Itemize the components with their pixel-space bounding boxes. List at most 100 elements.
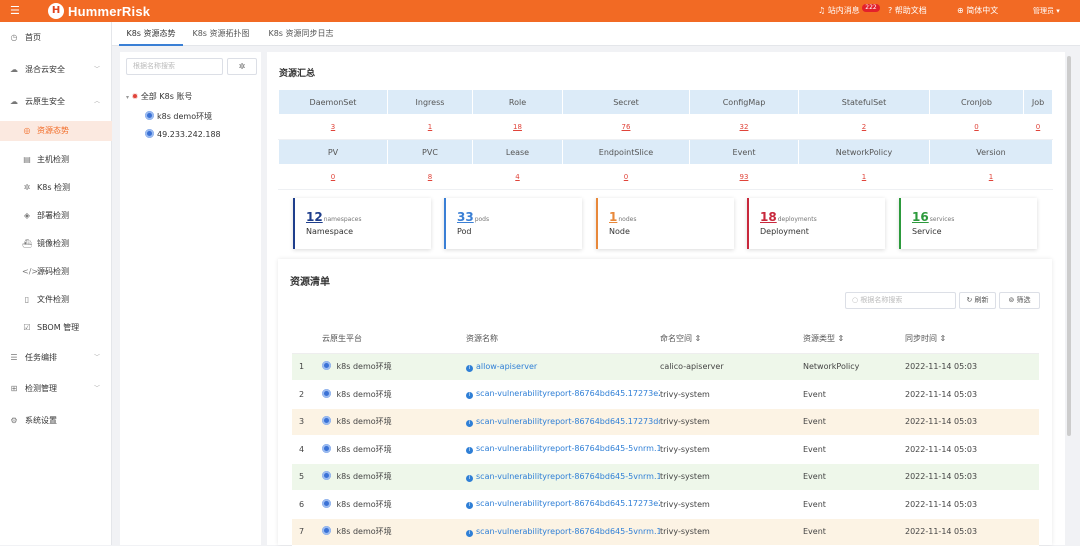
sidebar-item-host-scan[interactable]: ▤ 主机检测	[0, 150, 112, 170]
stat-unit: pods	[474, 216, 490, 223]
summary-value-link[interactable]: 0	[929, 114, 1024, 140]
sidebar-item-scan-management[interactable]: ⊞ 检测管理 ﹀	[0, 379, 112, 399]
user-dropdown[interactable]: 管理员 ▾	[1033, 6, 1060, 16]
sidebar-item-home[interactable]: ◷ 首页	[0, 28, 112, 48]
sidebar-item-cloud-native[interactable]: ☁ 云原生安全 ︿	[0, 92, 112, 112]
tree-search-button[interactable]: ✲	[227, 58, 257, 75]
sidebar-item-deploy-scan[interactable]: ◈ 部署检测	[0, 206, 112, 226]
tree-node[interactable]: 49.233.242.188	[145, 129, 221, 140]
table-row[interactable]: 6 k8s demo环境 i scan-vulnerabilityreport-8…	[292, 490, 1039, 519]
tab-resource-topology[interactable]: K8s 资源拓扑图	[189, 22, 253, 46]
summary-value-link[interactable]: 1	[387, 114, 473, 140]
row-platform: k8s demo环境	[322, 463, 466, 491]
summary-value-link[interactable]: 1	[798, 164, 930, 190]
sidebar-item-code-scan[interactable]: </> 源码检测	[0, 262, 112, 282]
resource-name-link[interactable]: i scan-vulnerabilityreport-86764bd645.172…	[466, 499, 660, 510]
row-sync-time: 2022-11-14 05:03	[905, 380, 1039, 409]
sidebar-item-label: 源码检测	[37, 267, 69, 276]
tab-resource-sync-log[interactable]: K8s 资源同步日志	[266, 22, 336, 46]
table-row[interactable]: 1 k8s demo环境 i allow-apiserver calico-api…	[292, 353, 1039, 381]
stat-card-pod[interactable]: 33pods Pod	[444, 198, 582, 249]
stat-card-deployment[interactable]: 18deployments Deployment	[747, 198, 885, 249]
row-platform: k8s demo环境	[322, 518, 466, 546]
sidebar-item-settings[interactable]: ⚙ 系统设置	[0, 411, 112, 431]
stat-count[interactable]: 33	[457, 210, 474, 224]
resource-search-input[interactable]: ○ 根据名称搜索	[845, 292, 956, 309]
table-row[interactable]: 3 k8s demo环境 i scan-vulnerabilityreport-8…	[292, 408, 1039, 436]
k8s-icon	[322, 526, 331, 536]
summary-value-link[interactable]: 8	[387, 164, 473, 190]
stat-count[interactable]: 12	[306, 210, 323, 224]
sidebar-item-hybrid-cloud[interactable]: ☁ 混合云安全 ﹀	[0, 60, 112, 80]
row-index: 1	[292, 353, 322, 381]
sidebar-item-sbom[interactable]: ☑ SBOM 管理	[0, 318, 112, 338]
sidebar-item-task-orchestration[interactable]: ☰ 任务编排 ﹀	[0, 348, 112, 368]
column-header-sync-time[interactable]: 同步时间 ⇕	[905, 325, 1039, 354]
stat-card-service[interactable]: 16services Service	[899, 198, 1037, 249]
sidebar-item-image-scan[interactable]: ⛴ 镜像检测	[0, 234, 112, 254]
filter-label: 筛选	[1016, 296, 1031, 304]
chevron-up-icon: ︿	[93, 98, 100, 105]
tree-node[interactable]: k8s demo环境	[145, 111, 212, 122]
stat-count[interactable]: 16	[912, 210, 929, 224]
sidebar-item-label: 首页	[25, 33, 41, 42]
sidebar-item-label: 主机检测	[37, 155, 69, 164]
column-header-namespace[interactable]: 命名空间 ⇕	[660, 325, 803, 354]
summary-value-link[interactable]: 1	[929, 164, 1053, 190]
tree-search-input[interactable]: 根据名称搜索	[126, 58, 223, 75]
stat-unit: services	[929, 216, 955, 223]
resource-name-link[interactable]: i scan-vulnerabilityreport-86764bd645.172…	[466, 389, 660, 400]
row-index: 7	[292, 518, 322, 546]
language-dropdown[interactable]: ⊕ 简体中文	[957, 6, 998, 16]
resource-name: scan-vulnerabilityreport-86764bd645.1727…	[476, 416, 660, 426]
layers-icon: ◈	[23, 211, 31, 220]
summary-value-link[interactable]: 4	[472, 164, 563, 190]
row-name-cell: i scan-vulnerabilityreport-86764bd645-5vn…	[466, 435, 660, 464]
summary-value-link[interactable]: 18	[472, 114, 563, 140]
row-namespace: trivy-system	[660, 490, 803, 519]
stat-card-node[interactable]: 1nodes Node	[596, 198, 734, 249]
column-header-type[interactable]: 资源类型 ⇕	[803, 325, 905, 354]
sidebar-item-file-scan[interactable]: ▯ 文件检测	[0, 290, 112, 310]
summary-header: CronJob	[929, 89, 1024, 115]
stat-count[interactable]: 18	[760, 210, 777, 224]
summary-value-link[interactable]: 76	[562, 114, 690, 140]
page-scrollbar[interactable]	[1067, 56, 1071, 436]
home-icon: ◷	[10, 33, 18, 42]
summary-value-link[interactable]: 0	[562, 164, 690, 190]
row-sync-time: 2022-11-14 05:03	[905, 490, 1039, 519]
tree-root[interactable]: ▾ ✹ 全部 K8s 账号	[126, 92, 192, 103]
table-row[interactable]: 5 k8s demo环境 i scan-vulnerabilityreport-8…	[292, 463, 1039, 491]
stat-count[interactable]: 1	[609, 210, 617, 224]
table-row[interactable]: 2 k8s demo环境 i scan-vulnerabilityreport-8…	[292, 380, 1039, 409]
k8s-icon: ✲	[23, 183, 31, 192]
filter-button[interactable]: ⊚ 筛选	[999, 292, 1040, 309]
summary-value-link[interactable]: 3	[278, 114, 388, 140]
logo[interactable]: H HummerRisk	[48, 3, 150, 19]
resource-name-link[interactable]: i scan-vulnerabilityreport-86764bd645.172…	[466, 416, 660, 427]
row-index: 3	[292, 408, 322, 436]
language-label: 简体中文	[966, 6, 999, 15]
summary-value-link[interactable]: 2	[798, 114, 930, 140]
sidebar-item-k8s-scan[interactable]: ✲ K8s 检测	[0, 178, 112, 198]
resource-name-link[interactable]: i scan-vulnerabilityreport-86764bd645-5vn…	[466, 527, 660, 537]
summary-value-link[interactable]: 93	[689, 164, 799, 190]
stat-unit: nodes	[618, 216, 637, 223]
sidebar-item-resource-posture[interactable]: ◎ 资源态势	[0, 121, 112, 141]
resource-name-link[interactable]: i allow-apiserver	[466, 362, 537, 372]
summary-value-link[interactable]: 32	[689, 114, 799, 140]
help-link[interactable]: ? 帮助文档	[888, 6, 927, 16]
chevron-down-icon: ﹀	[93, 354, 100, 361]
summary-value-link[interactable]: 0	[278, 164, 388, 190]
resource-name-link[interactable]: i scan-vulnerabilityreport-86764bd645-5vn…	[466, 444, 660, 455]
resource-name-link[interactable]: i scan-vulnerabilityreport-86764bd645-5vn…	[466, 472, 660, 482]
hamburger-icon[interactable]: ☰	[10, 4, 20, 18]
stat-card-namespace[interactable]: 12namespaces Namespace	[293, 198, 431, 249]
tab-resource-posture[interactable]: K8s 资源态势	[119, 22, 183, 46]
info-icon: i	[466, 392, 473, 400]
summary-value-link[interactable]: 0	[1023, 114, 1053, 140]
table-row[interactable]: 7 k8s demo环境 i scan-vulnerabilityreport-8…	[292, 518, 1039, 546]
messages-link[interactable]: ♫ 站内消息 222	[818, 4, 880, 16]
table-row[interactable]: 4 k8s demo环境 i scan-vulnerabilityreport-8…	[292, 435, 1039, 464]
refresh-button[interactable]: ↻ 刷新	[959, 292, 996, 309]
